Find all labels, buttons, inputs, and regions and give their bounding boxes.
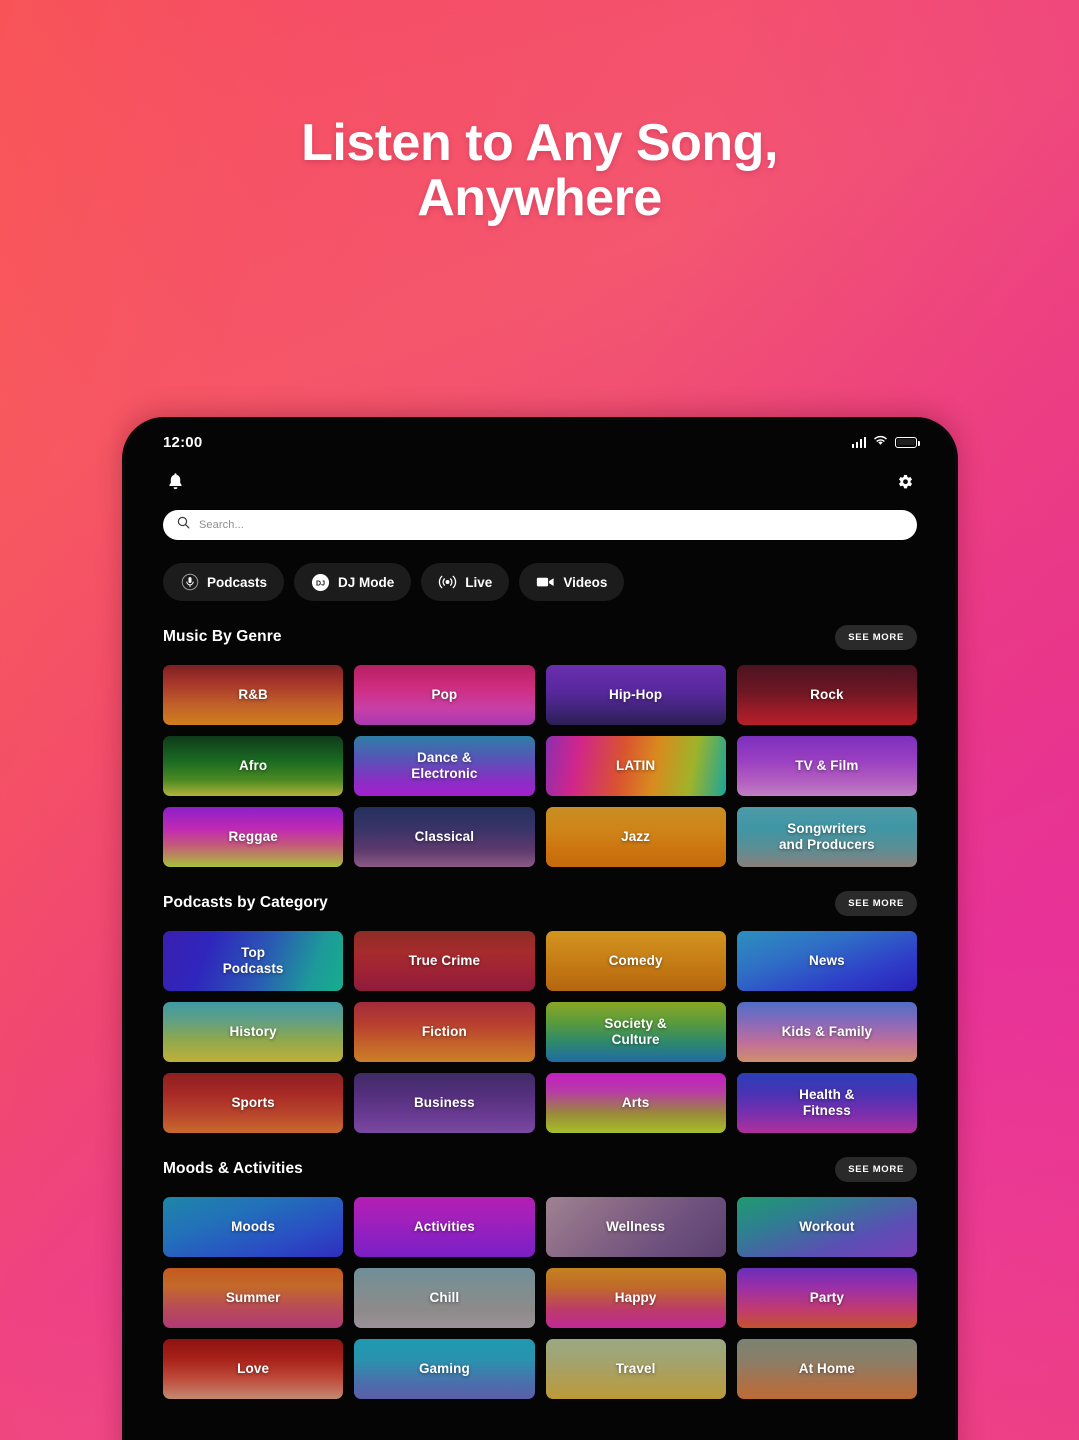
tile-afro[interactable]: Afro xyxy=(163,736,344,796)
chip-dj-mode[interactable]: DJ DJ Mode xyxy=(294,563,412,601)
svg-text:DJ: DJ xyxy=(316,580,325,587)
wifi-icon xyxy=(873,433,888,451)
see-more-button-podcasts[interactable]: SEE MORE xyxy=(835,890,917,916)
page-title: Listen to Any Song, Anywhere xyxy=(0,114,1079,228)
tile-chill[interactable]: Chill xyxy=(354,1268,535,1328)
tile-true-crime[interactable]: True Crime xyxy=(354,931,535,991)
tile-fiction[interactable]: Fiction xyxy=(354,1002,535,1062)
section-podcasts-by-category: Podcasts by Category SEE MORE Top Podcast… xyxy=(125,875,955,1133)
gear-icon[interactable] xyxy=(893,469,917,493)
tile-classical[interactable]: Classical xyxy=(354,807,535,867)
tile-gaming[interactable]: Gaming xyxy=(354,1339,535,1399)
search-section: Search... xyxy=(125,504,955,540)
status-bar: 12:00 xyxy=(125,420,955,458)
headline-line-1: Listen to Any Song, xyxy=(301,114,778,172)
tile-at-home[interactable]: At Home xyxy=(736,1339,917,1399)
chip-live[interactable]: Live xyxy=(421,563,510,601)
tile-reggae[interactable]: Reggae xyxy=(163,807,344,867)
device-screen: 12:00 Search... Podcasts DJ DJ Mode Live… xyxy=(125,420,955,1440)
tile-arts[interactable]: Arts xyxy=(545,1073,726,1133)
tile-songwriters-producers[interactable]: Songwriters and Producers xyxy=(736,807,917,867)
tile-jazz[interactable]: Jazz xyxy=(545,807,726,867)
tile-love[interactable]: Love xyxy=(163,1339,344,1399)
genre-tile-grid: R&B Pop Hip-Hop Rock Afro Dance & Electro… xyxy=(163,665,917,867)
tile-rnb[interactable]: R&B xyxy=(163,665,344,725)
tile-history[interactable]: History xyxy=(163,1002,344,1062)
chip-label: Live xyxy=(465,574,493,590)
battery-icon xyxy=(895,436,920,448)
moods-tile-grid: Moods Activities Wellness Workout Summer… xyxy=(163,1197,917,1399)
section-header: Podcasts by Category SEE MORE xyxy=(163,875,917,931)
chip-label: Podcasts xyxy=(207,574,268,590)
tile-travel[interactable]: Travel xyxy=(545,1339,726,1399)
app-bar xyxy=(125,458,955,504)
section-header: Moods & Activities SEE MORE xyxy=(163,1141,917,1197)
dj-icon: DJ xyxy=(311,573,330,592)
section-moods-activities: Moods & Activities SEE MORE Moods Activi… xyxy=(125,1141,955,1399)
tile-moods[interactable]: Moods xyxy=(163,1197,344,1257)
tile-wellness[interactable]: Wellness xyxy=(545,1197,726,1257)
section-title: Music By Genre xyxy=(163,628,282,645)
tile-hip-hop[interactable]: Hip-Hop xyxy=(545,665,726,725)
microphone-icon xyxy=(180,573,199,592)
broadcast-icon xyxy=(438,573,457,592)
section-music-by-genre: Music By Genre SEE MORE R&B Pop Hip-Hop … xyxy=(125,609,955,867)
tile-latin[interactable]: LATIN xyxy=(545,736,726,796)
tile-workout[interactable]: Workout xyxy=(736,1197,917,1257)
chip-label: Videos xyxy=(563,574,608,590)
tile-news[interactable]: News xyxy=(736,931,917,991)
podcast-tile-grid: Top Podcasts True Crime Comedy News Histo… xyxy=(163,931,917,1133)
tile-activities[interactable]: Activities xyxy=(354,1197,535,1257)
tile-rock[interactable]: Rock xyxy=(736,665,917,725)
tile-business[interactable]: Business xyxy=(354,1073,535,1133)
tile-society-culture[interactable]: Society & Culture xyxy=(545,1002,726,1062)
chip-label: DJ Mode xyxy=(338,574,395,590)
tile-summer[interactable]: Summer xyxy=(163,1268,344,1328)
video-camera-icon xyxy=(536,573,555,592)
tile-party[interactable]: Party xyxy=(736,1268,917,1328)
see-more-button-genre[interactable]: SEE MORE xyxy=(835,624,917,650)
section-title: Podcasts by Category xyxy=(163,894,328,911)
tile-kids-family[interactable]: Kids & Family xyxy=(736,1002,917,1062)
signal-bars-icon xyxy=(851,436,866,448)
tile-happy[interactable]: Happy xyxy=(545,1268,726,1328)
status-bar-clock: 12:00 xyxy=(163,433,203,451)
tile-comedy[interactable]: Comedy xyxy=(545,931,726,991)
chip-videos[interactable]: Videos xyxy=(519,563,625,601)
filter-chip-row: Podcasts DJ DJ Mode Live Videos xyxy=(125,540,955,601)
search-placeholder: Search... xyxy=(199,519,244,531)
tile-health-fitness[interactable]: Health & Fitness xyxy=(736,1073,917,1133)
tile-dance-electronic[interactable]: Dance & Electronic xyxy=(354,736,535,796)
tablet-device-frame: 12:00 Search... Podcasts DJ DJ Mode Live… xyxy=(122,417,958,1440)
tile-top-podcasts[interactable]: Top Podcasts xyxy=(163,931,344,991)
see-more-button-moods[interactable]: SEE MORE xyxy=(835,1156,917,1182)
search-icon xyxy=(177,516,190,534)
section-title: Moods & Activities xyxy=(163,1160,303,1177)
tile-sports[interactable]: Sports xyxy=(163,1073,344,1133)
status-bar-icons xyxy=(851,433,920,451)
headline-line-2: Anywhere xyxy=(417,169,662,228)
chip-podcasts[interactable]: Podcasts xyxy=(163,563,285,601)
section-header: Music By Genre SEE MORE xyxy=(163,609,917,665)
tile-pop[interactable]: Pop xyxy=(354,665,535,725)
bell-icon[interactable] xyxy=(163,469,187,493)
search-input[interactable]: Search... xyxy=(163,510,917,540)
tile-tv-film[interactable]: TV & Film xyxy=(736,736,917,796)
